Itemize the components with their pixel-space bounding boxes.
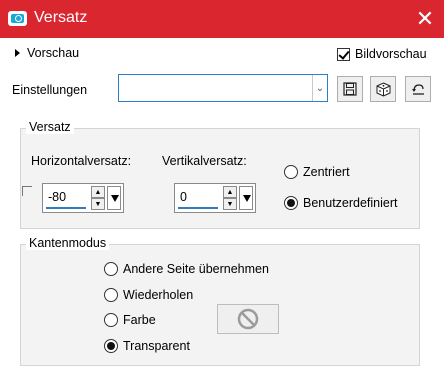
save-icon (343, 82, 357, 96)
dice-icon (376, 81, 390, 97)
offset-group-label: Versatz (26, 120, 74, 134)
horizontal-offset-value[interactable]: -80 (48, 190, 66, 204)
down-arrow-icon[interactable]: ▼ (223, 198, 237, 210)
close-icon: ✕ (415, 6, 435, 31)
horizontal-offset-dropdown[interactable] (107, 186, 121, 210)
reset-icon (411, 83, 424, 95)
focus-underline (178, 207, 218, 209)
transparent-label: Transparent (123, 339, 190, 353)
radio-button[interactable] (104, 313, 118, 327)
radio-button[interactable] (284, 165, 298, 179)
up-arrow-icon[interactable]: ▲ (91, 186, 105, 198)
vertical-offset-spinner[interactable]: ▲ ▼ (223, 186, 237, 210)
horizontal-offset-stepper[interactable]: -80 ▲ ▼ (42, 183, 124, 213)
down-arrow-icon[interactable]: ▼ (91, 198, 105, 210)
offset-group (20, 128, 420, 229)
horizontal-offset-spinner[interactable]: ▲ ▼ (91, 186, 105, 210)
link-checkbox[interactable] (22, 186, 32, 196)
close-button[interactable]: ✕ (406, 0, 444, 38)
wrap-label: Andere Seite übernehmen (123, 262, 269, 276)
radio-button[interactable] (104, 339, 118, 353)
color-label: Farbe (123, 313, 156, 327)
radio-repeat[interactable]: Wiederholen (104, 288, 193, 302)
radio-custom[interactable]: Benutzerdefiniert (284, 196, 398, 210)
radio-color[interactable]: Farbe (104, 313, 156, 327)
random-settings-button[interactable] (370, 76, 396, 102)
horizontal-offset-label: Horizontalversatz: (31, 154, 132, 168)
window-title: Versatz (34, 9, 88, 26)
no-color-icon (237, 308, 259, 330)
image-preview-checkbox[interactable] (337, 47, 350, 61)
custom-label: Benutzerdefiniert (303, 196, 398, 210)
title-bar: Versatz ✕ (0, 0, 444, 38)
reset-settings-button[interactable] (405, 76, 431, 102)
preview-label: Vorschau (27, 46, 80, 60)
app-camera-icon (8, 11, 27, 26)
save-settings-button[interactable] (337, 76, 363, 102)
settings-combobox[interactable]: ⌄ (118, 74, 328, 102)
edge-mode-group-label: Kantenmodus (26, 236, 110, 250)
radio-button[interactable] (104, 288, 118, 302)
image-preview-option[interactable]: Bildvorschau (337, 47, 427, 61)
vertical-offset-label: Vertikalversatz: (162, 154, 247, 168)
up-arrow-icon[interactable]: ▲ (223, 186, 237, 198)
radio-wrap[interactable]: Andere Seite übernehmen (104, 262, 269, 276)
centered-label: Zentriert (303, 165, 350, 179)
chevron-down-icon[interactable]: ⌄ (312, 75, 327, 101)
vertical-offset-value[interactable]: 0 (180, 190, 187, 204)
vertical-offset-dropdown[interactable] (239, 186, 253, 210)
radio-button[interactable] (284, 196, 298, 210)
settings-label: Einstellungen (12, 83, 88, 97)
repeat-label: Wiederholen (123, 288, 194, 302)
radio-transparent[interactable]: Transparent (104, 339, 190, 353)
focus-underline (46, 207, 86, 209)
image-preview-label: Bildvorschau (355, 47, 427, 61)
preview-toggle[interactable]: Vorschau (15, 46, 79, 60)
vertical-offset-stepper[interactable]: 0 ▲ ▼ (174, 183, 256, 213)
color-swatch-button[interactable] (217, 304, 279, 334)
radio-button[interactable] (104, 262, 118, 276)
radio-centered[interactable]: Zentriert (284, 165, 350, 179)
expand-triangle-icon (15, 49, 20, 57)
